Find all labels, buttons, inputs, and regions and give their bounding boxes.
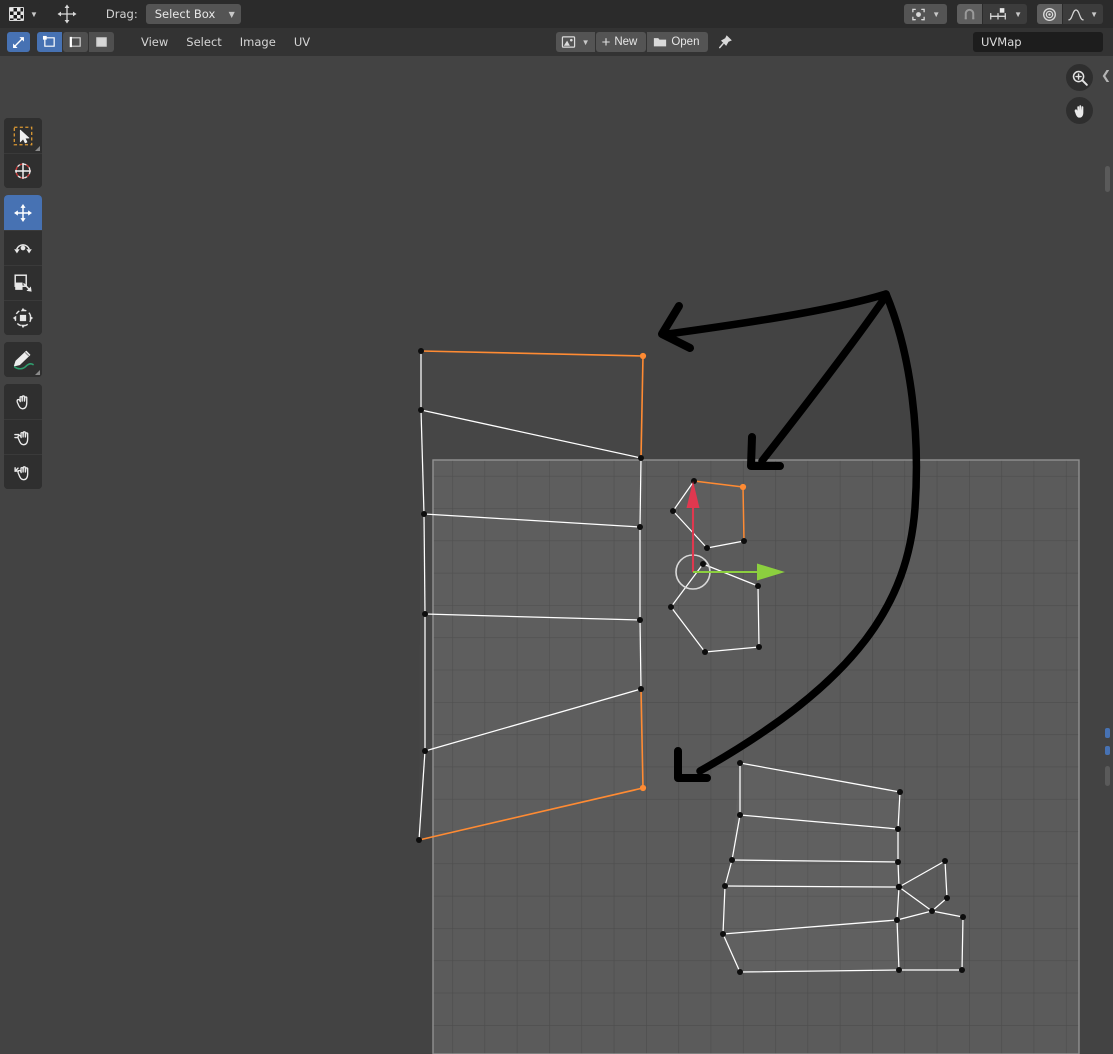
tool-rotate[interactable] — [4, 230, 42, 265]
chevron-down-icon: ▼ — [932, 10, 941, 19]
snap-toggle-button[interactable] — [957, 4, 983, 24]
tool-relax[interactable] — [4, 419, 42, 454]
uvmap-name-value: UVMap — [981, 35, 1022, 49]
cursor-arrow-select-box-icon — [13, 126, 33, 145]
move-arrows-icon — [14, 203, 32, 222]
toolbar-group-select — [4, 118, 42, 188]
uv-editor-icon — [9, 7, 24, 21]
move-transform-icon — [57, 4, 77, 24]
proportional-editing-group: ▼ — [1037, 4, 1103, 24]
top-header-bar: ▼ Drag: Select Box ▼ ▼ ▼ ▼ — [0, 0, 1113, 28]
island-mid-upper-selected-vertex — [739, 483, 747, 491]
uvmap-name-field[interactable]: UVMap — [973, 32, 1104, 52]
transform-gizmo-icon — [12, 307, 34, 329]
open-image-label: Open — [671, 36, 700, 48]
open-image-button[interactable]: Open — [647, 32, 709, 52]
chevron-down-icon: ▼ — [581, 38, 590, 47]
proportional-falloff-button[interactable]: ▼ — [1063, 4, 1103, 24]
menu-view[interactable]: View — [132, 32, 177, 52]
scrollbar-thumb-upper[interactable] — [1105, 166, 1110, 192]
snap-magnet-icon — [964, 8, 975, 19]
new-image-button[interactable]: + New — [595, 32, 647, 52]
tool-move[interactable] — [4, 195, 42, 230]
tool-annotate[interactable] — [4, 342, 42, 377]
uv-edge-select-icon — [69, 36, 81, 48]
pan-button[interactable] — [1066, 97, 1093, 124]
tool-grab[interactable] — [4, 384, 42, 419]
folder-icon — [654, 38, 667, 47]
chevron-down-icon: ▼ — [1090, 10, 1098, 19]
drag-mode-value: Select Box — [154, 7, 216, 21]
uv-sync-selection-button[interactable] — [7, 32, 30, 52]
chevron-down-icon: ▼ — [1014, 10, 1023, 19]
uv-canvas — [416, 290, 1080, 1054]
transform-orientation-button[interactable] — [52, 4, 82, 24]
toolbar-group-uv-sculpt — [4, 384, 42, 489]
annotation-arrow-diagonal — [758, 292, 890, 465]
image-datablock-group: ▼ + New Open — [555, 32, 709, 52]
drag-mode-dropdown[interactable]: Select Box ▼ — [145, 4, 241, 24]
zoom-magnifier-icon — [1072, 70, 1088, 86]
uv-face-select-button[interactable] — [89, 32, 114, 52]
tool-cursor[interactable] — [4, 153, 42, 188]
menu-image[interactable]: Image — [231, 32, 285, 52]
scrollbar-marker-blue — [1105, 728, 1110, 738]
smooth-falloff-icon — [1068, 8, 1084, 20]
tool-submenu-indicator[interactable] — [35, 146, 40, 151]
tool-pinch[interactable] — [4, 454, 42, 489]
editor-type-button[interactable]: ▼ — [6, 3, 42, 25]
uv-editor-header: View Select Image UV ▼ + New Open UVMap — [0, 28, 1113, 56]
uv-edge-select-button[interactable] — [63, 32, 88, 52]
3d-cursor-icon — [14, 162, 32, 180]
tool-tweak-select-box[interactable] — [4, 118, 42, 153]
chevron-down-icon: ▼ — [228, 10, 235, 19]
scrollbar-thumb-lower[interactable] — [1105, 766, 1110, 786]
tool-transform[interactable] — [4, 300, 42, 335]
annotation-arrowhead-left — [658, 302, 694, 352]
hand-grab-icon — [16, 394, 28, 409]
tool-scale[interactable] — [4, 265, 42, 300]
pivot-point-icon — [912, 8, 926, 20]
uv-island-left-selected[interactable] — [416, 348, 647, 843]
uv-toolbar — [4, 118, 42, 496]
proportional-editing-icon — [1043, 7, 1057, 21]
scale-icon — [14, 274, 32, 292]
tool-submenu-indicator[interactable] — [35, 370, 40, 375]
drag-label: Drag: — [105, 7, 138, 21]
blender-uv-editor-window: ▼ Drag: Select Box ▼ ▼ ▼ ▼ View Select I… — [0, 0, 1113, 1054]
scrollbar-marker-blue-2 — [1105, 746, 1110, 755]
rotate-icon — [14, 244, 32, 254]
uv-sync-selection-icon — [13, 36, 24, 48]
pin-icon — [719, 34, 733, 48]
uv-vertex-select-button[interactable] — [37, 32, 62, 52]
chevron-down-icon: ▼ — [30, 10, 38, 19]
uv-vertex-select-icon — [42, 35, 55, 47]
snap-target-button[interactable]: ▼ — [983, 4, 1028, 24]
plus-icon: + — [601, 33, 611, 51]
pivot-point-button[interactable]: ▼ — [904, 4, 948, 24]
uv-select-mode-group — [37, 32, 114, 52]
proportional-editing-toggle[interactable] — [1037, 4, 1063, 24]
new-image-label: New — [614, 36, 638, 48]
menu-select[interactable]: Select — [177, 32, 230, 52]
toolbar-group-transform — [4, 195, 42, 335]
zoom-button[interactable] — [1066, 64, 1093, 91]
pencil-annotate-icon — [13, 350, 34, 370]
menu-uv[interactable]: UV — [285, 32, 319, 52]
vertical-scrollbar[interactable] — [1104, 56, 1111, 1054]
hand-pinch-icon — [14, 466, 29, 481]
hand-pan-icon — [1074, 104, 1083, 118]
snap-increment-icon — [990, 7, 1007, 20]
uv-viewport[interactable]: ❮ — [0, 56, 1113, 1054]
hand-relax-icon — [14, 431, 29, 446]
snapping-group: ▼ — [957, 4, 1028, 24]
pin-image-button[interactable] — [714, 32, 736, 52]
uv-face-select-icon — [96, 37, 107, 47]
browse-image-button[interactable]: ▼ — [555, 32, 595, 52]
toolbar-group-annotate — [4, 342, 42, 377]
editor-menubar: View Select Image UV — [132, 32, 319, 52]
browse-image-icon — [561, 36, 575, 48]
annotation-arrow-to-left — [664, 290, 890, 338]
viewport-nav-gizmos — [1066, 64, 1093, 124]
